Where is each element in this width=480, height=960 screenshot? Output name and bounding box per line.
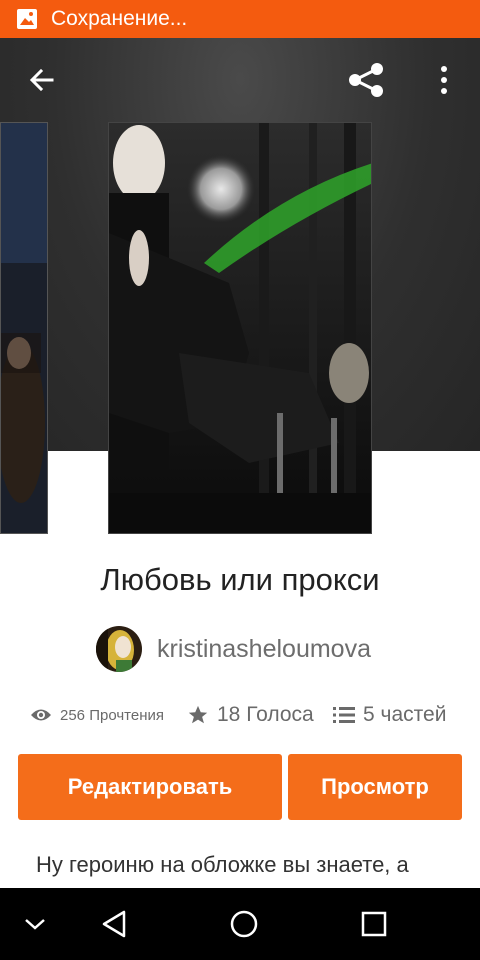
chevron-down-icon: [25, 919, 45, 930]
reads-label: 256 Прочтения: [60, 706, 164, 724]
square-recent-icon: [361, 911, 387, 937]
parts-label: 5 частей: [363, 703, 447, 726]
edit-button[interactable]: Редактировать: [18, 754, 282, 820]
cover-art: [109, 123, 371, 533]
navigation-bar: [0, 888, 480, 960]
share-button[interactable]: [344, 58, 388, 102]
hide-keyboard-button[interactable]: [13, 902, 57, 946]
triangle-back-icon: [102, 910, 126, 938]
votes-count: 18 Голоса: [187, 700, 314, 730]
avatar: [96, 626, 142, 672]
arrow-left-icon: [29, 68, 54, 92]
reads-count: 256 Прочтения: [30, 700, 164, 730]
more-vertical-icon: [441, 66, 447, 94]
story-title: Любовь или прокси: [100, 562, 380, 597]
parts-count: 5 частей: [333, 700, 446, 730]
previous-cover-art: [1, 123, 47, 533]
status-bar: Сохранение...: [0, 0, 480, 38]
status-text: Сохранение...: [51, 7, 188, 30]
story-cover[interactable]: [108, 122, 372, 534]
author-name: kristinasheloumova: [157, 634, 371, 663]
more-options-button[interactable]: [424, 58, 464, 102]
eye-icon: [31, 709, 51, 721]
author-link[interactable]: kristinasheloumova: [96, 626, 371, 672]
share-icon: [349, 63, 383, 97]
star-icon: [188, 705, 208, 724]
nav-home-button[interactable]: [222, 902, 266, 946]
story-description: Ну героиню на обложке вы знаете, а: [36, 852, 409, 877]
view-button[interactable]: Просмотр: [288, 754, 462, 820]
circle-home-icon: [230, 910, 258, 938]
votes-label: 18 Голоса: [217, 703, 314, 726]
nav-recent-button[interactable]: [352, 902, 396, 946]
back-button[interactable]: [20, 58, 64, 102]
image-icon: [17, 9, 37, 29]
nav-back-button[interactable]: [92, 902, 136, 946]
toolbar: [0, 38, 480, 122]
list-icon: [333, 707, 355, 723]
previous-cover[interactable]: [0, 122, 48, 534]
